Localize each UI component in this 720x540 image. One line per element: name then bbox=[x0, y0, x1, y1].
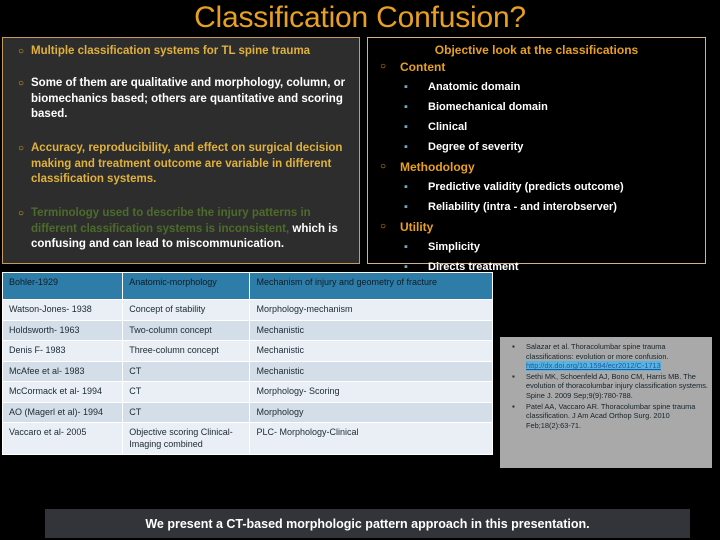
table-cell: Morphology-mechanism bbox=[249, 299, 493, 321]
bullet-circle-icon: ○ bbox=[17, 78, 25, 89]
left-bullet: ○ Multiple classification systems for TL … bbox=[11, 44, 353, 60]
conclusion-banner: We present a CT-based morphologic patter… bbox=[45, 509, 690, 538]
table-cell: PLC- Morphology-Clinical bbox=[249, 422, 493, 455]
bullet-text-segment: Multiple classification systems for TL s… bbox=[31, 45, 311, 57]
bullet-square-icon: ▪ bbox=[512, 371, 515, 381]
classification-table: Bohler-1929 Anatomic-morphology Mechanism … bbox=[1, 272, 493, 455]
reference-item: ▪ Salazar et al. Thoracolumbar spine trau… bbox=[504, 342, 708, 371]
outline-item: ▪ Degree of severity bbox=[404, 139, 701, 155]
outline-item-label: Predictive validity (predicts outcome) bbox=[428, 181, 624, 193]
table-row: AO (Magerl et al)- 1994 CT Morphology bbox=[1, 401, 493, 423]
table-cell: CT bbox=[122, 360, 251, 382]
bullet-square-icon: ▪ bbox=[404, 241, 408, 253]
table-header-cell: Mechanism of injury and geometry of frac… bbox=[249, 272, 493, 300]
bullet-square-icon: ▪ bbox=[404, 201, 408, 213]
bullet-circle-icon: ○ bbox=[17, 46, 25, 57]
outline-item: ▪ Biomechanical domain bbox=[404, 99, 701, 115]
bullet-square-icon: ▪ bbox=[404, 181, 408, 193]
conclusion-text: We present a CT-based morphologic patter… bbox=[145, 516, 590, 531]
references-box: ▪ Salazar et al. Thoracolumbar spine trau… bbox=[500, 337, 712, 468]
table-cell: Concept of stability bbox=[122, 299, 251, 321]
bullet-circle-icon: ○ bbox=[380, 161, 387, 172]
table-row: Vaccaro et al- 2005 Objective scoring Cli… bbox=[1, 422, 493, 455]
bullet-text-segment: Some of them are qualitative and morphol… bbox=[31, 77, 346, 120]
outline-item: ▪ Reliability (intra - and interobserver) bbox=[404, 199, 701, 215]
left-bullet: ○ Terminology used to describe the injury… bbox=[11, 206, 353, 253]
right-objective-panel: Objective look at the classifications ○ C… bbox=[367, 37, 706, 273]
left-bullet-text: Multiple classification systems for TL s… bbox=[31, 44, 353, 60]
bullet-square-icon: ▪ bbox=[512, 401, 515, 411]
reference-item: ▪ Patel AA, Vaccaro AR. Thoracolumbar spi… bbox=[504, 402, 708, 431]
left-bullet: ○ Accuracy, reproducibility, and effect o… bbox=[11, 141, 353, 188]
bullet-circle-icon: ○ bbox=[17, 143, 25, 154]
reference-text: Salazar et al. Thoracolumbar spine traum… bbox=[526, 342, 669, 371]
outline-item-label: Biomechanical domain bbox=[428, 101, 548, 113]
bullet-circle-icon: ○ bbox=[380, 221, 387, 232]
reference-text: Sethi MK, Schoenfeld AJ, Bono CM, Harris… bbox=[526, 371, 708, 400]
left-bullet-text: Terminology used to describe the injury … bbox=[31, 206, 353, 253]
table-cell: McCormack et al- 1994 bbox=[1, 381, 124, 403]
table-row: Denis F- 1983 Three-column concept Mechani… bbox=[1, 340, 493, 362]
table-cell: CT bbox=[122, 401, 251, 423]
table-cell: Vaccaro et al- 2005 bbox=[1, 422, 124, 455]
table-cell: Mechanistic bbox=[249, 340, 493, 362]
left-bullet-text: Some of them are qualitative and morphol… bbox=[31, 76, 353, 123]
left-bullet: ○ Some of them are qualitative and morpho… bbox=[11, 76, 353, 123]
outline-item-label: Anatomic domain bbox=[428, 81, 521, 93]
left-summary-panel: ○ Multiple classification systems for TL … bbox=[2, 37, 360, 264]
table-cell: Morphology- Scoring bbox=[249, 381, 493, 403]
outline-item: ▪ Predictive validity (predicts outcome) bbox=[404, 179, 701, 195]
table-cell: Two-column concept bbox=[122, 319, 251, 341]
outline-item: ▪ Clinical bbox=[404, 119, 701, 135]
bullet-square-icon: ▪ bbox=[404, 101, 408, 113]
table-cell: McAfee et al- 1983 bbox=[1, 360, 124, 382]
outline-item-label: Simplicity bbox=[428, 241, 480, 253]
outline-item-label: Reliability (intra - and interobserver) bbox=[428, 201, 617, 213]
bullet-circle-icon: ○ bbox=[380, 61, 387, 72]
table-row: Holdsworth- 1963 Two-column concept Mechan… bbox=[1, 319, 493, 341]
table-row: McCormack et al- 1994 CT Morphology- Scori… bbox=[1, 381, 493, 403]
reference-item: ▪ Sethi MK, Schoenfeld AJ, Bono CM, Harri… bbox=[504, 372, 708, 401]
table-cell: Holdsworth- 1963 bbox=[1, 319, 124, 341]
outline-group-label: Methodology bbox=[400, 160, 475, 174]
table-cell: Morphology bbox=[249, 401, 493, 423]
table-row: McAfee et al- 1983 CT Mechanistic bbox=[1, 360, 493, 382]
table-cell: Denis F- 1983 bbox=[1, 340, 124, 362]
outline-item-label: Clinical bbox=[428, 121, 468, 133]
bullet-square-icon: ▪ bbox=[512, 342, 515, 351]
table-cell: Mechanistic bbox=[249, 360, 493, 382]
table-header-cell: Anatomic-morphology bbox=[122, 272, 251, 300]
outline-item-label: Degree of severity bbox=[428, 141, 524, 153]
bullet-square-icon: ▪ bbox=[404, 81, 408, 93]
outline-group-label: Content bbox=[400, 60, 446, 74]
table-cell: Objective scoring Clinical-Imaging combi… bbox=[122, 422, 251, 455]
table-header-cell: Bohler-1929 bbox=[1, 272, 124, 300]
reference-link[interactable]: http://dx.doi.org/10.1594/ecr2012/C-1713 bbox=[526, 361, 661, 371]
table-cell: Three-column concept bbox=[122, 340, 251, 362]
bullet-circle-icon: ○ bbox=[17, 208, 25, 219]
bullet-square-icon: ▪ bbox=[404, 141, 408, 153]
table-cell: AO (Magerl et al)- 1994 bbox=[1, 401, 124, 423]
outline-group: ○ Content bbox=[376, 59, 701, 75]
outline-group-label: Utility bbox=[400, 220, 434, 234]
outline-item: ▪ Simplicity bbox=[404, 239, 701, 255]
table-cell: Mechanistic bbox=[249, 319, 493, 341]
outline-group: ○ Methodology bbox=[376, 159, 701, 175]
left-bullet-text: Accuracy, reproducibility, and effect on… bbox=[31, 141, 353, 188]
outline-group: ○ Utility bbox=[376, 219, 701, 235]
reference-text: Patel AA, Vaccaro AR. Thoracolumbar spin… bbox=[526, 401, 696, 430]
bullet-text-segment: Accuracy, reproducibility, and effect on… bbox=[31, 142, 343, 185]
table-header-row: Bohler-1929 Anatomic-morphology Mechanism … bbox=[1, 272, 493, 300]
objective-heading: Objective look at the classifications bbox=[434, 43, 639, 57]
table-row: Watson-Jones- 1938 Concept of stability Mo… bbox=[1, 299, 493, 321]
table-cell: Watson-Jones- 1938 bbox=[1, 299, 124, 321]
page-title: Classification Confusion? bbox=[194, 1, 526, 34]
bullet-text-segment: Terminology used to describe the injury … bbox=[31, 207, 311, 235]
bullet-square-icon: ▪ bbox=[404, 121, 408, 133]
outline-item: ▪ Anatomic domain bbox=[404, 79, 701, 95]
table-cell: CT bbox=[122, 381, 251, 403]
